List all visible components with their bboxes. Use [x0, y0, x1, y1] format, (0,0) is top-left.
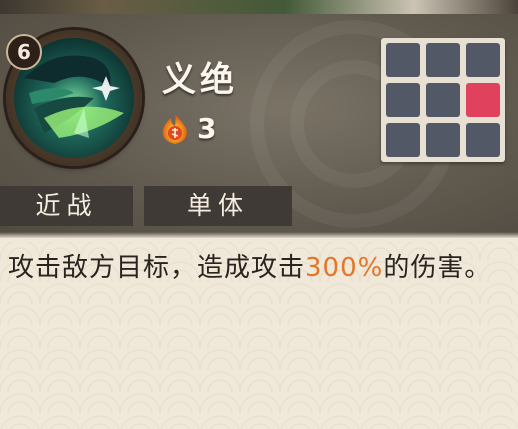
grid-cell-active: [466, 83, 500, 117]
description-text-end: 的伤害。: [383, 253, 492, 283]
top-border-strip: [0, 0, 518, 14]
skill-name: 义绝: [162, 60, 238, 100]
grid-cell: [466, 43, 500, 77]
panel-divider: [0, 232, 518, 242]
grid-cell: [386, 123, 420, 157]
range-tag: 近战: [0, 186, 133, 226]
grid-cell: [426, 123, 460, 157]
grid-cell: [426, 83, 460, 117]
target-area-grid: [381, 38, 505, 162]
grid-cell: [386, 83, 420, 117]
grid-cell: [386, 43, 420, 77]
target-tag: 单体: [144, 186, 292, 226]
skill-cost-value: 3: [197, 112, 217, 145]
grid-cell: [426, 43, 460, 77]
fire-orb-icon: [158, 112, 192, 146]
description-text: 攻击敌方目标，造成攻击: [8, 253, 306, 283]
skill-level-badge: 6: [6, 34, 42, 70]
grid-cell: [466, 123, 500, 157]
skill-description: 攻击敌方目标，造成攻击300%的伤害。: [8, 250, 513, 286]
damage-percent: 300%: [305, 253, 384, 283]
